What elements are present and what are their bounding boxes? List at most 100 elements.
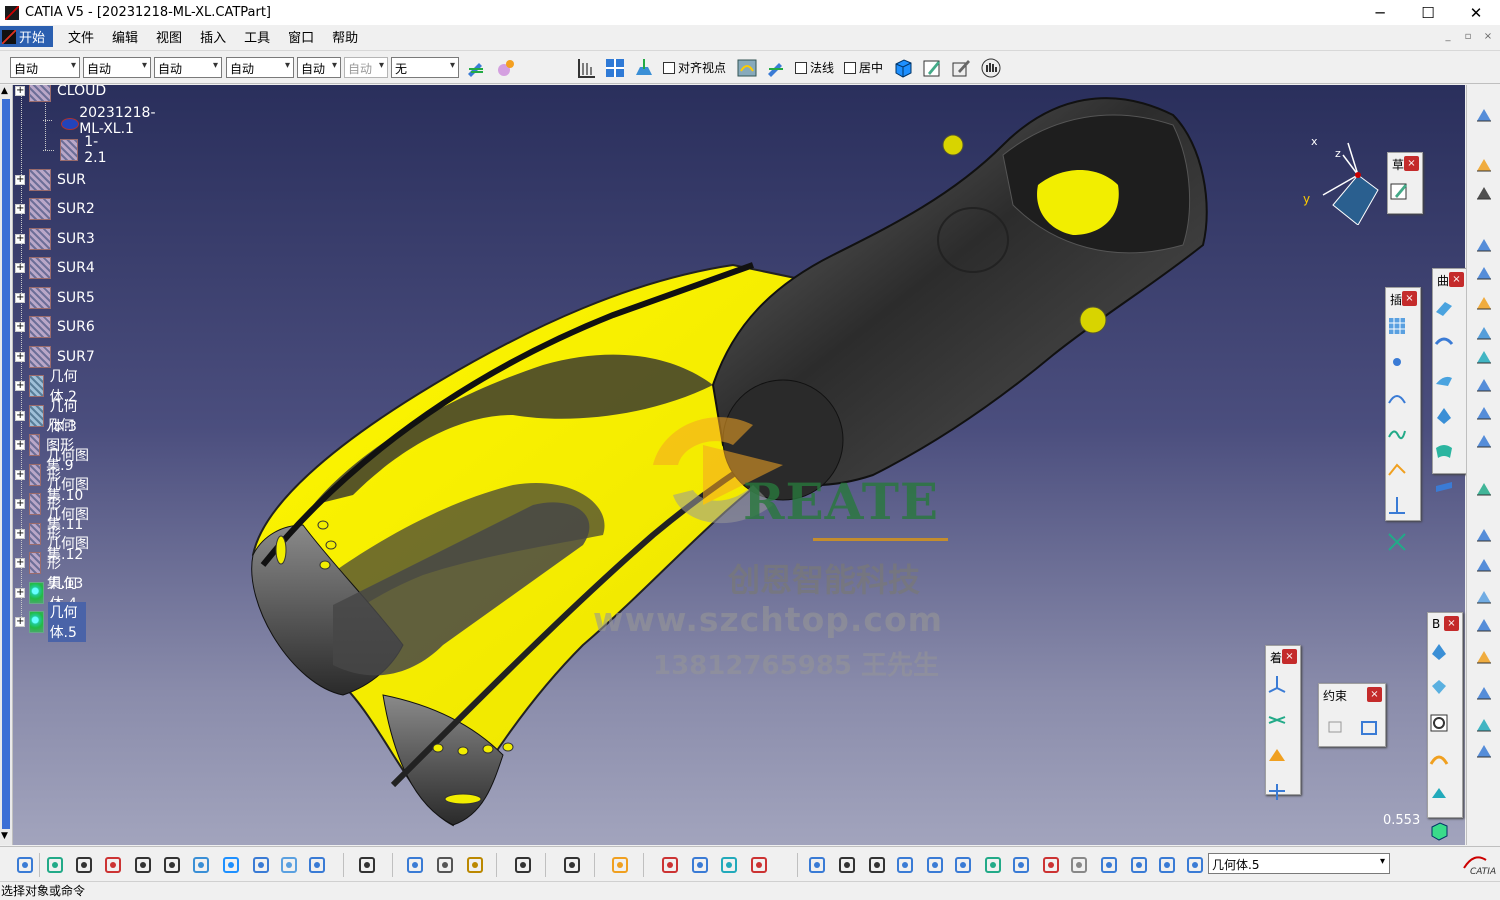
palette-sketcher[interactable]: 草 × <box>1387 152 1423 214</box>
tree-node[interactable]: + SUR <box>15 168 88 191</box>
grid-icon[interactable] <box>1386 315 1408 337</box>
corner-icon[interactable] <box>1473 431 1495 453</box>
check-icon[interactable] <box>748 854 770 876</box>
parameter-icon[interactable] <box>689 854 711 876</box>
measure-icon[interactable] <box>575 57 597 79</box>
split-icon[interactable] <box>1266 745 1288 767</box>
checkbox-box[interactable] <box>795 61 807 74</box>
tree-node[interactable]: + SUR4 <box>15 257 97 279</box>
normal-checkbox[interactable]: 法线 <box>795 59 834 76</box>
point-style-dropdown[interactable]: 自动 ▾ <box>297 57 341 78</box>
rotate-icon[interactable] <box>102 854 124 876</box>
close-icon[interactable]: × <box>1404 156 1419 171</box>
menu-window[interactable]: 窗口 <box>279 27 323 46</box>
zoom-in-icon[interactable] <box>132 854 154 876</box>
circle-icon[interactable] <box>1473 403 1495 425</box>
chamfer-icon[interactable] <box>1428 784 1450 806</box>
pan-icon[interactable] <box>1473 183 1495 205</box>
fill-surface-icon[interactable] <box>1433 404 1455 426</box>
tree-node[interactable]: 1-2.1 <box>43 134 115 166</box>
formula-icon[interactable] <box>718 854 740 876</box>
menu-edit[interactable]: 编辑 <box>103 27 147 46</box>
extrude-icon[interactable] <box>1473 323 1495 345</box>
tree-node[interactable]: + SUR7 <box>15 345 97 368</box>
palette-operations[interactable]: B × <box>1427 612 1463 841</box>
line-icon[interactable] <box>1473 263 1495 285</box>
curve-icon[interactable] <box>1473 525 1495 547</box>
sketcher-icon[interactable] <box>1473 105 1495 127</box>
tree-node[interactable]: + 几何体.5 <box>15 602 87 642</box>
apply-material-icon[interactable] <box>609 854 631 876</box>
plane-icon[interactable] <box>1473 293 1495 315</box>
display-mode-icon[interactable] <box>765 57 787 79</box>
iso-view-cube-icon[interactable] <box>892 57 914 79</box>
blend-surface-icon[interactable] <box>1433 476 1455 498</box>
palette-constraint[interactable]: 约束 × <box>1318 683 1386 747</box>
revolve-surface-icon[interactable] <box>1433 332 1455 354</box>
expand-icon[interactable]: + <box>15 617 25 627</box>
sketch-edit-icon[interactable] <box>921 57 943 79</box>
repeat-icon[interactable] <box>1068 854 1090 876</box>
tree-node[interactable]: +几何体.4 <box>15 576 86 612</box>
doc-close-icon[interactable]: × <box>1480 29 1496 43</box>
connect-curve-icon[interactable] <box>1386 459 1408 481</box>
rendering-style-dropdown[interactable]: 无 ▾ <box>391 57 459 78</box>
close-icon[interactable]: × <box>1449 272 1464 287</box>
constraint-defined-icon[interactable] <box>1358 716 1380 738</box>
doc-minimize-icon[interactable]: _ <box>1440 29 1456 43</box>
axis-icon[interactable] <box>866 854 888 876</box>
expand-icon[interactable]: + <box>15 351 25 362</box>
library-icon[interactable] <box>464 854 486 876</box>
maximize-button[interactable]: ☐ <box>1404 0 1452 25</box>
law-icon[interactable] <box>659 854 681 876</box>
align-viewpoint-checkbox[interactable]: 对齐视点 <box>663 59 726 76</box>
constraint-icon[interactable] <box>1325 716 1347 738</box>
scroll-down-icon[interactable]: ▼ <box>1 831 8 841</box>
select-icon[interactable] <box>1473 155 1495 177</box>
frame-icon[interactable] <box>1010 854 1032 876</box>
point-icon[interactable] <box>1473 235 1495 257</box>
zoom-out-icon[interactable] <box>161 854 183 876</box>
copy-icon[interactable] <box>982 854 1004 876</box>
layer-icon[interactable] <box>1156 854 1178 876</box>
align-icon[interactable] <box>894 854 916 876</box>
axis-system-icon[interactable] <box>1266 673 1288 695</box>
compare-icon[interactable] <box>404 854 426 876</box>
menu-tools[interactable]: 工具 <box>235 27 279 46</box>
expand-icon[interactable]: + <box>15 381 25 391</box>
expand-icon[interactable]: + <box>15 528 25 539</box>
center-checkbox[interactable]: 居中 <box>844 59 883 76</box>
update-icon[interactable] <box>806 854 828 876</box>
menu-file[interactable]: 文件 <box>59 27 103 46</box>
trim-icon[interactable] <box>1266 781 1288 803</box>
close-button[interactable]: ✕ <box>1452 0 1500 25</box>
checkbox-box[interactable] <box>844 61 856 74</box>
curve-icon[interactable] <box>1386 387 1408 409</box>
tree-node[interactable]: + SUR3 <box>15 227 97 250</box>
tree-node[interactable]: + CLOUD <box>15 85 108 102</box>
hand-rotate-icon[interactable] <box>980 57 1002 79</box>
eraser-icon[interactable] <box>1184 854 1206 876</box>
menu-start[interactable]: 开始 <box>0 26 54 47</box>
checkbox-box[interactable] <box>663 61 675 74</box>
expand-icon[interactable]: + <box>15 410 25 421</box>
quick-view-icon[interactable] <box>250 854 272 876</box>
tree-icon[interactable] <box>1040 854 1062 876</box>
tree-node[interactable]: + SUR5 <box>15 286 97 309</box>
normal-view-icon[interactable] <box>190 854 212 876</box>
spline-icon[interactable] <box>1386 423 1408 445</box>
hole-icon[interactable] <box>1428 712 1450 734</box>
hide-show-icon[interactable] <box>306 854 328 876</box>
expand-icon[interactable]: + <box>15 440 25 450</box>
expand-icon[interactable]: + <box>15 292 25 303</box>
expand-icon[interactable]: + <box>15 174 25 185</box>
stack-icon[interactable] <box>952 854 974 876</box>
pattern-icon[interactable] <box>1473 555 1495 577</box>
close-icon[interactable]: × <box>1402 291 1417 306</box>
tree-node[interactable]: + SUR2 <box>15 198 97 220</box>
pocket-icon[interactable] <box>1428 676 1450 698</box>
palette-tools[interactable]: 着 × <box>1265 645 1301 800</box>
line-type-dropdown[interactable]: 自动 ▾ <box>226 57 294 78</box>
menu-help[interactable]: 帮助 <box>323 27 367 46</box>
current-body-field[interactable]: 几何体.5 ▾ <box>1208 853 1390 874</box>
